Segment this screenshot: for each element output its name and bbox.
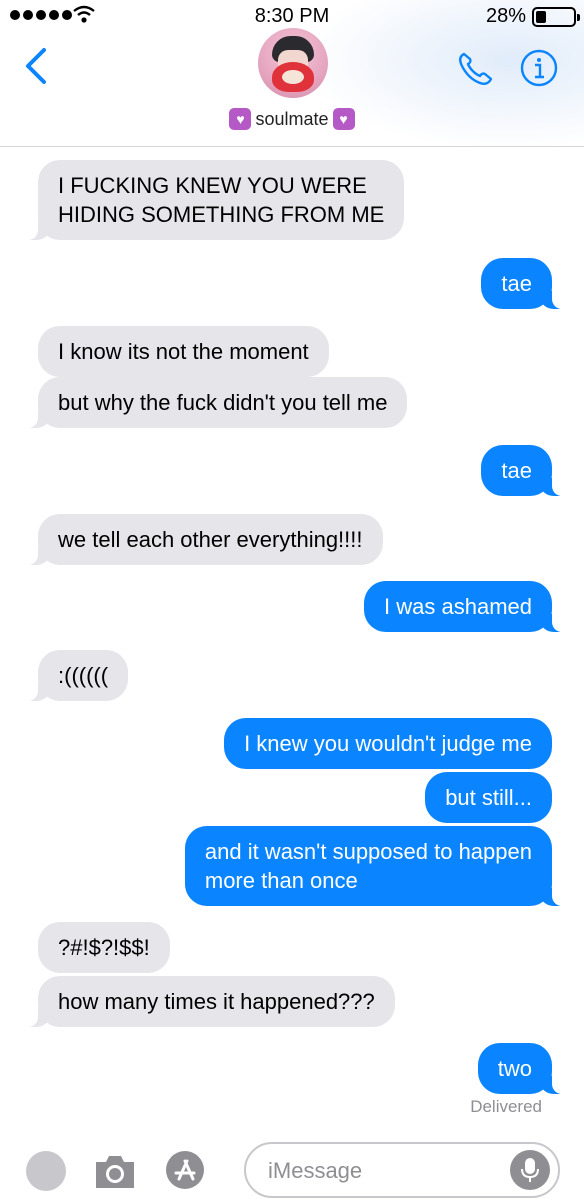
outgoing-message[interactable]: but still... — [425, 772, 552, 823]
phone-icon[interactable] — [456, 50, 496, 86]
incoming-message[interactable]: we tell each other everything!!!! — [28, 514, 383, 565]
message-input[interactable] — [268, 1154, 488, 1188]
outgoing-message[interactable]: and it wasn't supposed to happen more th… — [184, 826, 563, 906]
message-text: and it wasn't supposed to happen more th… — [204, 839, 532, 893]
incoming-message[interactable]: I know its not the moment — [38, 326, 329, 377]
heart-icon: ♥ — [332, 108, 355, 130]
app-store-icon[interactable] — [162, 1148, 208, 1192]
message-text: ?#!$?!$$! — [58, 935, 150, 960]
message-text: I knew you wouldn't judge me — [244, 731, 532, 756]
battery-percent: 28% — [485, 5, 526, 27]
message-text: but still... — [445, 785, 532, 810]
camera-icon[interactable] — [92, 1148, 138, 1192]
status-bar: 8:30 PM 28% — [0, 0, 584, 34]
digital-touch-icon[interactable] — [26, 1151, 66, 1191]
message-input-bar — [0, 1130, 584, 1200]
incoming-message[interactable]: :(((((( — [27, 650, 129, 701]
incoming-message[interactable]: but why the fuck didn't you tell me — [27, 377, 408, 428]
message-text: tae — [501, 458, 532, 483]
delivered-status: Delivered — [470, 1097, 542, 1116]
incoming-message[interactable]: ?#!$?!$$! — [38, 922, 170, 973]
message-text: but why the fuck didn't you tell me — [58, 390, 388, 415]
message-text: :(((((( — [58, 663, 109, 688]
message-text: we tell each other everything!!!! — [58, 527, 363, 552]
message-text: I know its not the moment — [58, 339, 309, 364]
imessage-field[interactable] — [244, 1142, 560, 1198]
contact-name: soulmate — [255, 108, 329, 129]
contact-avatar[interactable] — [258, 28, 328, 98]
outgoing-message[interactable]: I was ashamed — [364, 581, 562, 632]
outgoing-message[interactable]: two — [477, 1043, 563, 1094]
message-text: two — [497, 1056, 532, 1081]
outgoing-message[interactable]: tae — [481, 445, 562, 496]
incoming-message[interactable]: I FUCKING KNEW YOU WERE HIDING SOMETHING… — [27, 160, 405, 240]
contact-name-row[interactable]: ♥ soulmate ♥ — [0, 108, 584, 130]
message-text: tae — [501, 271, 532, 296]
heart-icon: ♥ — [229, 108, 252, 130]
info-icon[interactable] — [520, 49, 558, 87]
message-text: how many times it happened??? — [58, 989, 375, 1014]
incoming-message[interactable]: how many times it happened??? — [28, 976, 395, 1027]
message-text: I was ashamed — [384, 594, 532, 619]
chevron-left-icon[interactable] — [20, 46, 56, 86]
message-text: I FUCKING KNEW YOU WERE HIDING SOMETHING… — [58, 173, 385, 227]
battery-icon — [532, 7, 580, 27]
microphone-icon[interactable] — [510, 1150, 550, 1190]
outgoing-message[interactable]: I knew you wouldn't judge me — [224, 718, 552, 769]
outgoing-message[interactable]: tae — [481, 258, 562, 309]
